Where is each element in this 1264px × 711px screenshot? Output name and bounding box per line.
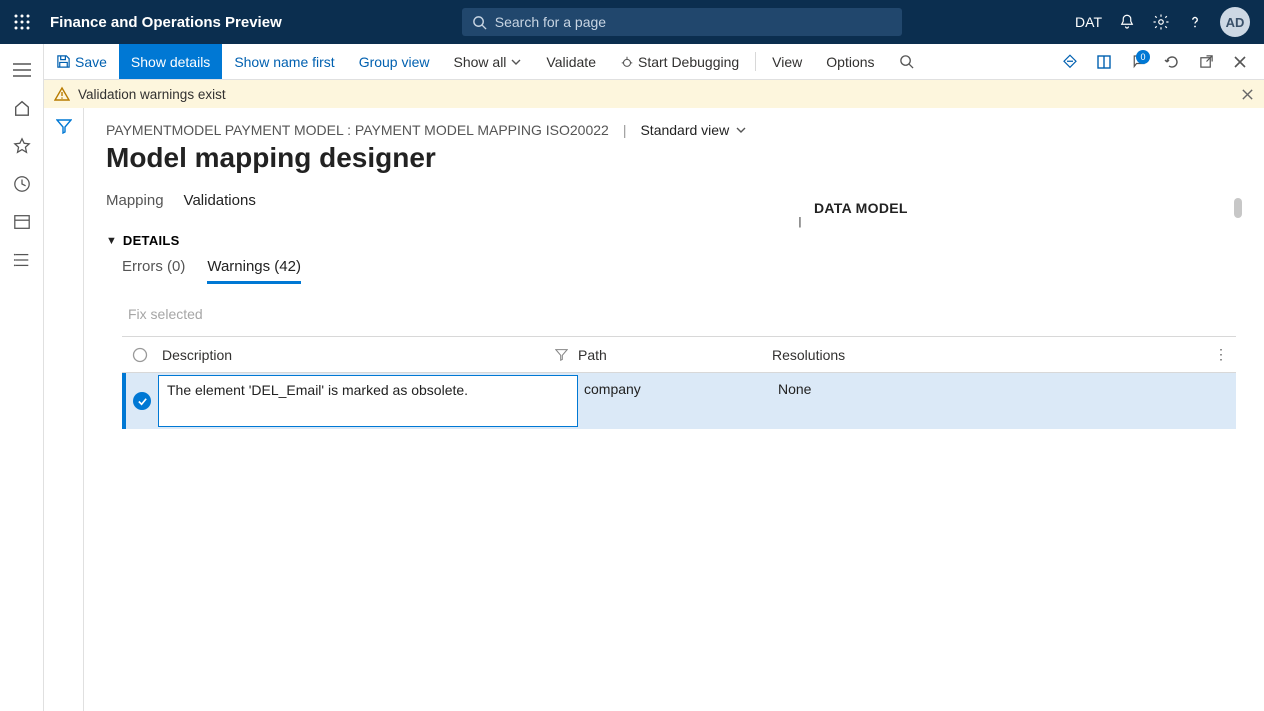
validation-warning-banner: Validation warnings exist [44,80,1264,108]
page-title: Model mapping designer [106,142,1264,174]
fix-selected-button[interactable]: Fix selected [128,306,1264,322]
tab-validations[interactable]: Validations [184,192,256,213]
details-toggle[interactable]: ▼ DETAILS [106,233,1264,248]
column-filter-icon[interactable] [555,348,568,361]
show-details-label: Show details [131,54,210,70]
hamburger-icon[interactable] [10,58,34,82]
grid-header: Description Path Resolutions ⋮ [122,337,1236,373]
subtab-errors[interactable]: Errors (0) [122,258,185,284]
modules-icon[interactable] [10,248,34,272]
data-model-heading: DATA MODEL [814,200,908,216]
view-menu[interactable]: View [760,44,814,79]
caret-down-icon: ▼ [106,235,117,247]
options-menu[interactable]: Options [814,44,886,79]
favorites-icon[interactable] [10,134,34,158]
col-path[interactable]: Path [578,347,607,363]
search-icon [472,15,487,30]
col-resolutions[interactable]: Resolutions [772,347,845,363]
debug-icon [620,55,634,69]
app-launcher-icon[interactable] [0,14,44,30]
row-path-cell: company [584,373,778,429]
toolbar-separator [755,52,756,71]
show-name-first-label: Show name first [234,54,334,70]
workspaces-icon[interactable] [10,210,34,234]
warnings-grid: Description Path Resolutions ⋮ The eleme… [122,336,1236,429]
notifications-icon[interactable] [1118,13,1136,31]
tab-mapping[interactable]: Mapping [106,192,164,213]
validate-button[interactable]: Validate [534,44,608,79]
search-icon [899,54,914,69]
save-button[interactable]: Save [44,44,119,79]
messages-icon[interactable]: 0 [1124,48,1152,76]
group-view-label: Group view [359,54,430,70]
options-label: Options [826,54,874,70]
app-header: Finance and Operations Preview DAT AD [0,0,1264,44]
app-title: Finance and Operations Preview [50,14,282,31]
filter-rail [44,108,84,711]
show-all-dropdown[interactable]: Show all [442,44,535,79]
refresh-icon[interactable] [1158,48,1186,76]
toolbar-search-button[interactable] [887,44,926,79]
chevron-down-icon [735,124,747,136]
main-content: PAYMENTMODEL PAYMENT MODEL : PAYMENT MOD… [84,108,1264,711]
help-icon[interactable] [1186,13,1204,31]
grid-row[interactable]: The element 'DEL_Email' is marked as obs… [122,373,1236,429]
validate-label: Validate [546,54,596,70]
filter-icon[interactable] [56,118,72,134]
show-all-label: Show all [454,54,507,70]
row-resolutions-cell: None [778,373,1236,429]
chevron-down-icon [510,56,522,68]
office-icon[interactable] [1090,48,1118,76]
details-label: DETAILS [123,233,180,248]
close-page-icon[interactable] [1226,48,1254,76]
splitter-handle[interactable]: || [798,216,800,228]
left-nav-rail [0,44,44,711]
banner-text: Validation warnings exist [78,87,226,102]
attach-icon[interactable] [1056,48,1084,76]
warning-icon [54,86,70,102]
show-details-button[interactable]: Show details [119,44,222,79]
view-label: View [772,54,802,70]
save-icon [56,54,71,69]
save-label: Save [75,54,107,70]
scrollbar-thumb[interactable] [1234,198,1242,218]
banner-close-icon[interactable] [1241,88,1254,101]
grid-more-icon[interactable]: ⋮ [1206,346,1236,363]
view-selector-label: Standard view [640,122,729,138]
view-selector[interactable]: Standard view [640,122,747,138]
user-avatar[interactable]: AD [1220,7,1250,37]
global-search[interactable] [462,8,902,36]
show-name-first-button[interactable]: Show name first [222,44,346,79]
breadcrumb-separator: | [623,122,627,138]
search-input[interactable] [495,14,892,30]
select-all-checkbox[interactable] [132,347,148,363]
row-description-cell[interactable]: The element 'DEL_Email' is marked as obs… [158,375,578,427]
action-toolbar: Save Show details Show name first Group … [0,44,1264,80]
popout-icon[interactable] [1192,48,1220,76]
home-icon[interactable] [10,96,34,120]
col-description[interactable]: Description [162,347,232,363]
group-view-button[interactable]: Group view [347,44,442,79]
breadcrumb: PAYMENTMODEL PAYMENT MODEL : PAYMENT MOD… [106,122,609,138]
settings-icon[interactable] [1152,13,1170,31]
recent-icon[interactable] [10,172,34,196]
messages-badge: 0 [1136,50,1150,64]
start-debugging-button[interactable]: Start Debugging [608,44,751,79]
main-tabs: Mapping Validations [106,192,1264,213]
start-debugging-label: Start Debugging [638,54,739,70]
row-checkbox-checked[interactable] [133,392,151,410]
company-code[interactable]: DAT [1075,14,1102,30]
subtab-warnings[interactable]: Warnings (42) [207,258,301,284]
details-subtabs: Errors (0) Warnings (42) [122,258,1264,284]
